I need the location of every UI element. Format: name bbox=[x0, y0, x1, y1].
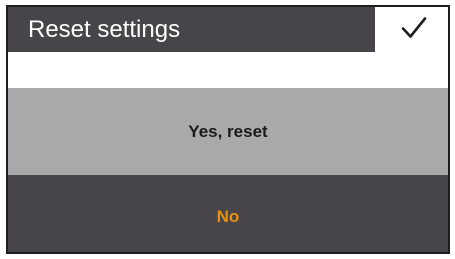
confirm-button[interactable] bbox=[375, 7, 448, 52]
dialog-header: Reset settings bbox=[8, 7, 448, 52]
dialog-spacer bbox=[8, 52, 448, 88]
dialog-title: Reset settings bbox=[8, 7, 375, 52]
reset-settings-dialog: Reset settings Yes, reset No bbox=[6, 5, 450, 254]
checkmark-icon bbox=[401, 17, 427, 38]
no-button[interactable]: No bbox=[8, 175, 448, 252]
yes-reset-button[interactable]: Yes, reset bbox=[8, 88, 448, 175]
